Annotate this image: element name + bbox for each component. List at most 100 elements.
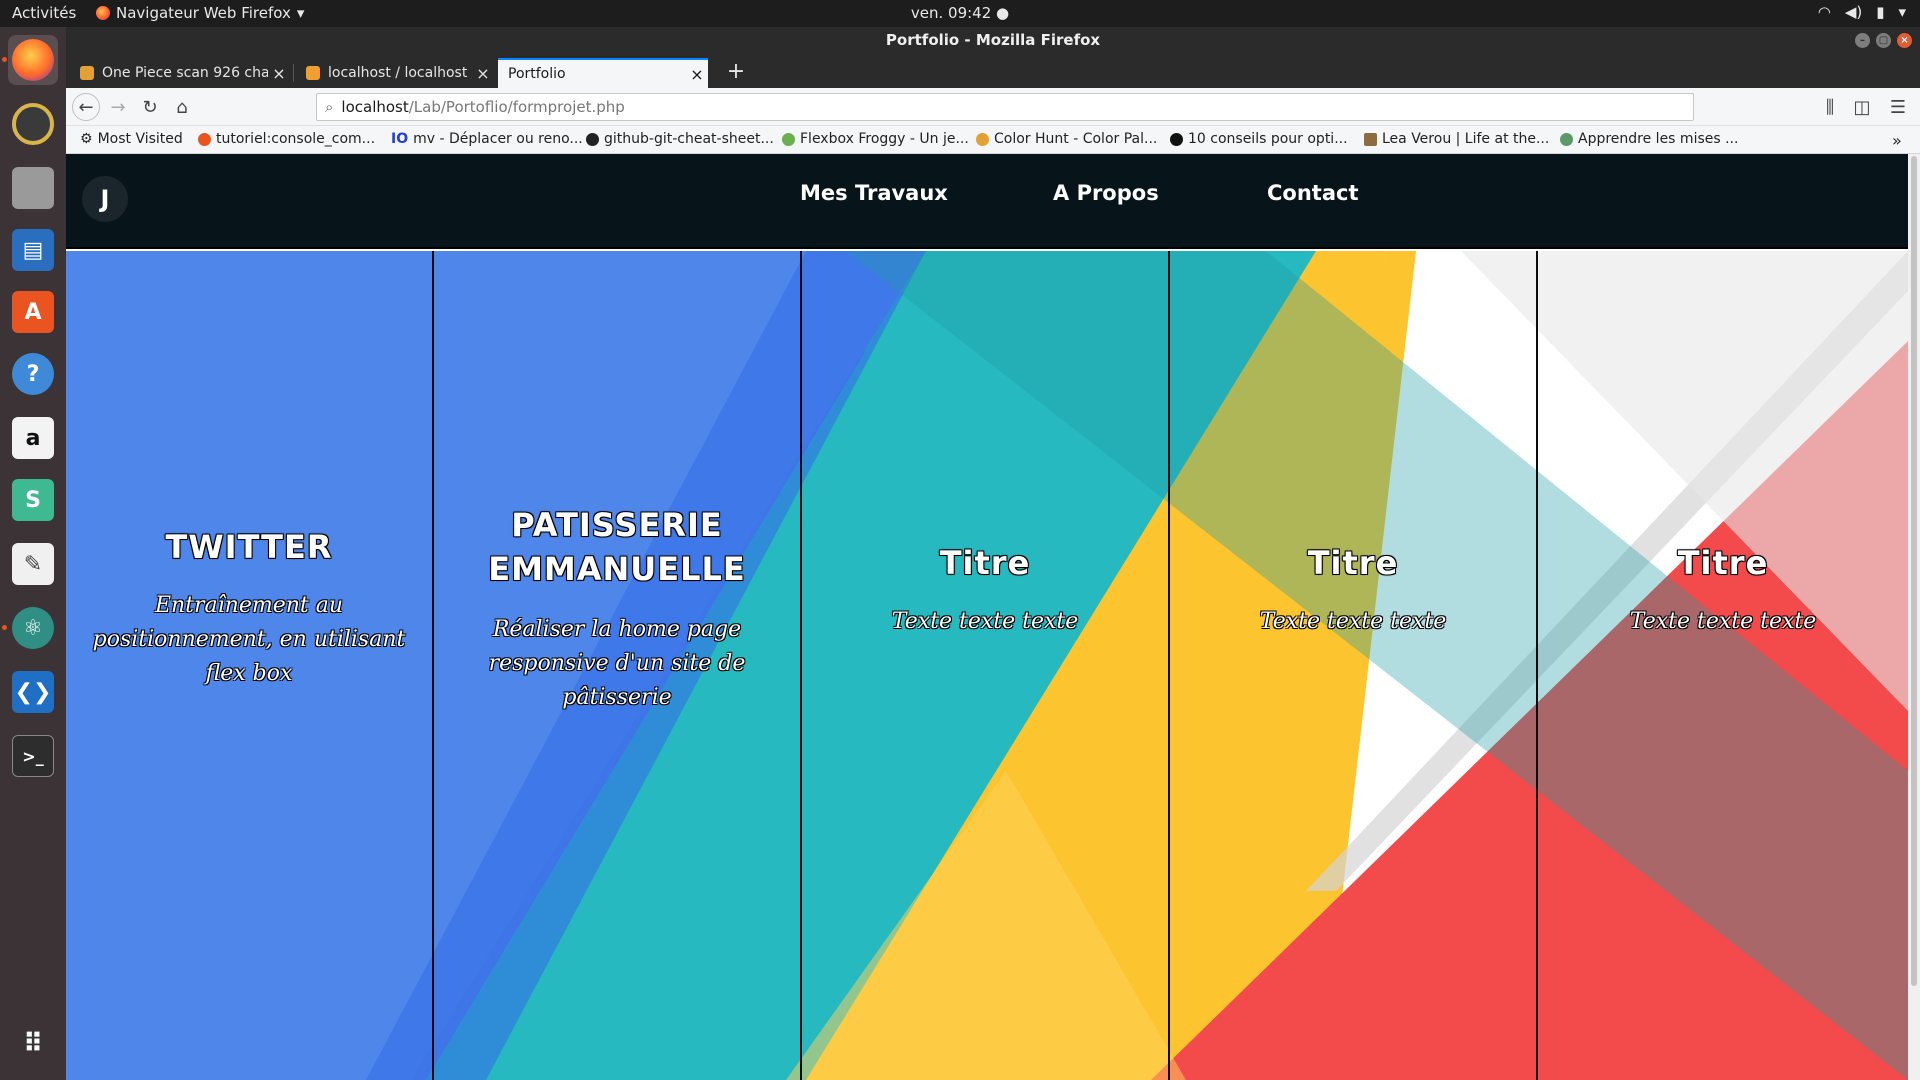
bookmark-color-hunt[interactable]: Color Hunt - Color Pal... bbox=[976, 131, 1157, 147]
menu-button[interactable]: ☰ bbox=[1884, 93, 1912, 121]
bookmark-label: Lea Verou | Life at the... bbox=[1382, 131, 1550, 147]
bookmark-mv[interactable]: IO mv - Déplacer ou reno... bbox=[391, 131, 583, 147]
minimize-button[interactable]: – bbox=[1855, 33, 1870, 48]
notepad-icon: ✎ bbox=[12, 543, 54, 585]
system-top-bar: Activités Navigateur Web Firefox ▾ ven. … bbox=[0, 0, 1920, 27]
document-icon: ▤ bbox=[12, 229, 54, 271]
library-button[interactable]: ⫼ bbox=[1816, 93, 1844, 121]
close-tab-icon[interactable]: × bbox=[472, 64, 494, 83]
forward-button[interactable]: → bbox=[104, 93, 132, 121]
tab-label: localhost / localhost / Pc bbox=[328, 65, 472, 81]
reload-button[interactable]: ↻ bbox=[136, 93, 164, 121]
battery-icon: ▮ bbox=[1876, 3, 1885, 21]
bookmark-flexbox-froggy[interactable]: Flexbox Froggy - Un je... bbox=[782, 131, 969, 147]
bookmark-apprendre[interactable]: Apprendre les mises ... bbox=[1560, 131, 1738, 147]
help-icon: ? bbox=[12, 353, 54, 395]
close-window-button[interactable]: × bbox=[1897, 33, 1912, 48]
running-indicator bbox=[2, 57, 7, 62]
nav-link-a-propos[interactable]: A Propos bbox=[1053, 181, 1159, 205]
window-titlebar: Portfolio - Mozilla Firefox – ▢ × bbox=[66, 27, 1920, 54]
dock-item-amazon[interactable]: a bbox=[8, 413, 58, 463]
bookmark-most-visited[interactable]: ⚙ Most Visited bbox=[80, 131, 183, 147]
show-applications-button[interactable]: ⠿ bbox=[8, 1019, 58, 1069]
dock: ▤ A ? a S ✎ ⚛ ❮❯ >_ ⠿ bbox=[0, 27, 66, 1080]
page-scrollbar[interactable] bbox=[1908, 154, 1920, 1080]
dock-item-terminal[interactable]: >_ bbox=[8, 731, 58, 781]
dock-item-software[interactable]: A bbox=[8, 287, 58, 337]
dock-item-vscode[interactable]: ❮❯ bbox=[8, 667, 58, 717]
dock-item-writer[interactable]: ▤ bbox=[8, 225, 58, 275]
tab-favicon-icon bbox=[80, 66, 94, 80]
back-button[interactable]: ← bbox=[72, 93, 100, 121]
home-icon: ⌂ bbox=[176, 96, 188, 118]
dock-item-text-editor[interactable]: ✎ bbox=[8, 539, 58, 589]
project-card[interactable]: Titre Texte texte texte bbox=[1538, 251, 1908, 1080]
bookmark-label: tutoriel:console_com... bbox=[216, 131, 376, 147]
project-card[interactable]: TWITTER Entraînement au positionnement, … bbox=[66, 251, 434, 1080]
wifi-icon: ◠ bbox=[1817, 3, 1831, 21]
bookmark-tutoriel[interactable]: tutoriel:console_com... bbox=[198, 131, 375, 147]
system-tray[interactable]: ◠ ◀) ▮ ▾ bbox=[1818, 3, 1906, 21]
volume-icon: ◀) bbox=[1844, 3, 1863, 21]
bookmark-label: Color Hunt - Color Pal... bbox=[994, 131, 1158, 147]
site-logo[interactable]: J bbox=[82, 176, 128, 222]
avatar-icon bbox=[1364, 132, 1377, 146]
nav-link-mes-travaux[interactable]: Mes Travaux bbox=[800, 181, 948, 205]
project-card[interactable]: Titre Texte texte texte bbox=[1170, 251, 1538, 1080]
dock-item-atom[interactable]: ⚛ bbox=[2, 603, 58, 653]
bookmarks-overflow-button[interactable]: » bbox=[1892, 131, 1902, 150]
dock-item-rhythmbox[interactable] bbox=[8, 99, 58, 149]
bookmark-conseils[interactable]: 10 conseils pour opti... bbox=[1170, 131, 1348, 147]
maximize-button[interactable]: ▢ bbox=[1876, 33, 1891, 48]
bookmark-label: 10 conseils pour opti... bbox=[1188, 131, 1348, 147]
url-bar[interactable]: ⌕ localhost/Lab/Portoflio/formprojet.php bbox=[316, 93, 1694, 121]
amazon-icon: a bbox=[12, 417, 54, 459]
running-indicator bbox=[2, 625, 7, 630]
close-tab-icon[interactable]: × bbox=[268, 64, 290, 83]
dock-item-slack[interactable]: S bbox=[8, 475, 58, 525]
chevron-down-icon: ▾ bbox=[1898, 3, 1906, 21]
dock-item-firefox[interactable] bbox=[2, 35, 58, 85]
web-page: J Mes Travaux A Propos Contact TWITTER E… bbox=[66, 154, 1920, 1080]
library-icon: ⫼ bbox=[1825, 96, 1835, 118]
project-description: Entraînement au positionnement, en utili… bbox=[92, 593, 406, 686]
browser-window: Portfolio - Mozilla Firefox – ▢ × One Pi… bbox=[66, 27, 1920, 1080]
tab-portfolio[interactable]: Portfolio × bbox=[498, 58, 708, 88]
project-card[interactable]: Titre Texte texte texte bbox=[802, 251, 1170, 1080]
search-icon: ⌕ bbox=[325, 98, 334, 116]
sidebar-icon: ◫ bbox=[1853, 96, 1871, 118]
bookmark-lea-verou[interactable]: Lea Verou | Life at the... bbox=[1364, 131, 1549, 147]
io-icon: IO bbox=[391, 131, 409, 147]
scrollbar-thumb[interactable] bbox=[1911, 156, 1917, 986]
tab-one-piece[interactable]: One Piece scan 926 chap × bbox=[70, 58, 290, 88]
project-title: Titre bbox=[1677, 544, 1769, 582]
ubuntu-icon bbox=[198, 132, 211, 146]
terminal-icon: >_ bbox=[12, 735, 54, 777]
dock-item-help[interactable]: ? bbox=[8, 349, 58, 399]
window-controls: – ▢ × bbox=[1855, 33, 1912, 48]
home-button[interactable]: ⌂ bbox=[168, 93, 196, 121]
site-icon bbox=[1170, 132, 1183, 146]
new-tab-button[interactable]: + bbox=[721, 58, 751, 88]
arrow-right-icon: → bbox=[110, 96, 126, 118]
sidebar-button[interactable]: ◫ bbox=[1848, 93, 1876, 121]
bookmark-github[interactable]: github-git-cheat-sheet... bbox=[586, 131, 774, 147]
tab-localhost[interactable]: localhost / localhost / Pc × bbox=[296, 58, 494, 88]
slack-icon: S bbox=[12, 479, 54, 521]
dock-item-files[interactable] bbox=[8, 163, 58, 213]
nav-link-contact[interactable]: Contact bbox=[1267, 181, 1359, 205]
close-tab-icon[interactable]: × bbox=[686, 65, 708, 84]
arrow-left-icon: ← bbox=[78, 96, 94, 118]
bookmark-label: github-git-cheat-sheet... bbox=[604, 131, 774, 147]
project-card[interactable]: PATISSERIE EMMANUELLE Réaliser la home p… bbox=[434, 251, 802, 1080]
site-icon bbox=[1560, 132, 1573, 146]
project-title: PATISSERIE EMMANUELLE bbox=[488, 506, 746, 588]
bookmark-label: mv - Déplacer ou reno... bbox=[413, 131, 583, 147]
clock[interactable]: ven. 09:42 ● bbox=[0, 4, 1920, 22]
project-title: Titre bbox=[939, 544, 1031, 582]
color-hunt-icon bbox=[976, 132, 989, 146]
tab-label: Portfolio bbox=[508, 66, 566, 82]
shopping-bag-icon: A bbox=[12, 291, 54, 333]
project-title: TWITTER bbox=[165, 528, 333, 566]
hamburger-icon: ☰ bbox=[1889, 96, 1907, 118]
